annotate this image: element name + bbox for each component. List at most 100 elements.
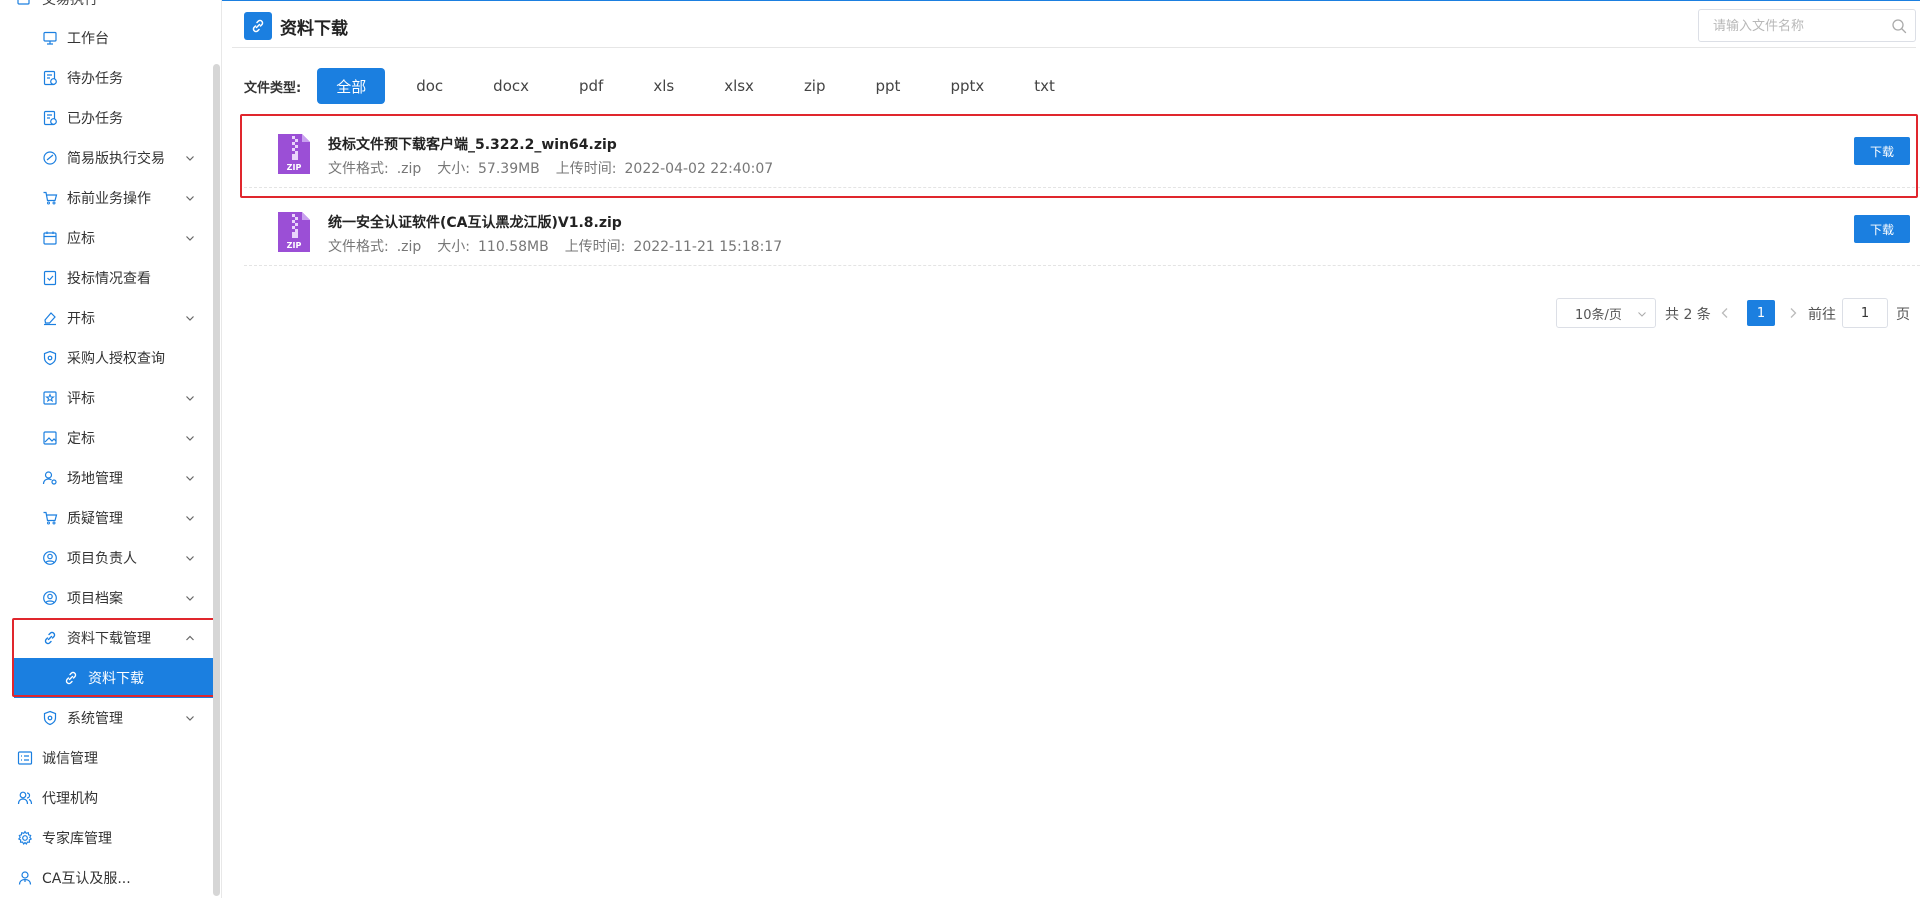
sidebar: 交易执行 工作台 待办任务已办任务简易版执行交易标前业务操作 应标 投标情况查看开标采… bbox=[0, 0, 222, 898]
user-group-icon bbox=[16, 789, 34, 807]
svg-text:ZIP: ZIP bbox=[287, 241, 302, 250]
link-icon bbox=[244, 12, 272, 40]
file-name[interactable]: 投标文件预下载客户端_5.322.2_win64.zip bbox=[328, 134, 617, 154]
cart-icon bbox=[41, 189, 59, 207]
list-icon bbox=[16, 749, 34, 767]
format-label: 文件格式: bbox=[328, 161, 389, 177]
filter-chip-9[interactable]: txt bbox=[1015, 68, 1074, 104]
sidebar-item-4[interactable]: 标前业务操作 bbox=[0, 178, 210, 218]
fast-trade-icon bbox=[41, 149, 59, 167]
download-button[interactable]: 下载 bbox=[1854, 215, 1910, 243]
sidebar-item-13[interactable]: 项目负责人 bbox=[0, 538, 210, 578]
sidebar-item-label: 质疑管理 bbox=[67, 511, 123, 527]
sidebar-item-label: 已办任务 bbox=[67, 111, 123, 127]
sidebar-top-item-2[interactable]: 专家库管理 bbox=[0, 818, 210, 858]
sidebar-item-9[interactable]: 评标 bbox=[0, 378, 210, 418]
doc-icon bbox=[16, 0, 34, 8]
chevron-down-icon bbox=[186, 196, 194, 201]
pagination-total: 共 2 条 bbox=[1665, 307, 1711, 323]
time-value: 2022-11-21 15:18:17 bbox=[633, 239, 783, 255]
search-box[interactable] bbox=[1698, 9, 1916, 42]
user-circle-icon bbox=[41, 549, 59, 567]
time-value: 2022-04-02 22:40:07 bbox=[624, 161, 774, 177]
image-icon bbox=[41, 429, 59, 447]
sidebar-item-label: 开标 bbox=[67, 311, 95, 327]
sidebar-item-label: 简易版执行交易 bbox=[67, 151, 165, 167]
page-size-select[interactable]: 10条/页 bbox=[1556, 298, 1656, 328]
sidebar-item-11[interactable]: 场地管理 bbox=[0, 458, 210, 498]
done-doc-icon bbox=[41, 109, 59, 127]
chevron-down-icon bbox=[186, 556, 194, 561]
filter-chip-7[interactable]: ppt bbox=[857, 68, 920, 104]
page-title: 资料下载 bbox=[280, 19, 348, 39]
user-gear-icon bbox=[41, 469, 59, 487]
agent-icon bbox=[16, 869, 34, 887]
zip-file-icon: ZIP bbox=[278, 212, 310, 252]
filter-chip-3[interactable]: pdf bbox=[560, 68, 622, 104]
gear-icon bbox=[16, 829, 34, 847]
sidebar-item-14[interactable]: 项目档案 bbox=[0, 578, 210, 618]
file-name[interactable]: 统一安全认证软件(CA互认黑龙江版)V1.8.zip bbox=[328, 212, 622, 232]
sidebar-item-8[interactable]: 采购人授权查询 bbox=[0, 338, 210, 378]
sidebar-item-label: 诚信管理 bbox=[42, 751, 98, 767]
filter-chip-5[interactable]: xlsx bbox=[705, 68, 773, 104]
file-meta: 文件格式: .zip 大小: 57.39MB 上传时间: 2022-04-02 22:40… bbox=[328, 158, 781, 178]
sidebar-item-6[interactable]: 投标情况查看 bbox=[0, 258, 210, 298]
sidebar-item-10[interactable]: 定标 bbox=[0, 418, 210, 458]
sidebar-item-5[interactable]: 应标 bbox=[0, 218, 210, 258]
sidebar-item-17[interactable]: 系统管理 bbox=[0, 698, 210, 738]
goto-label: 前往 bbox=[1808, 307, 1836, 323]
format-label: 文件格式: bbox=[328, 239, 389, 255]
sidebar-item-3[interactable]: 简易版执行交易 bbox=[0, 138, 210, 178]
filter-chip-4[interactable]: xls bbox=[634, 68, 693, 104]
page-size-value: 10条/页 bbox=[1575, 307, 1622, 323]
sidebar-item-label: 场地管理 bbox=[67, 471, 123, 487]
filter-chip-6[interactable]: zip bbox=[785, 68, 845, 104]
filter-chip-1[interactable]: doc bbox=[397, 68, 462, 104]
chevron-right-icon[interactable] bbox=[1786, 306, 1800, 320]
chevron-down-icon bbox=[186, 716, 194, 721]
sidebar-item-label: 项目档案 bbox=[67, 591, 123, 607]
sidebar-item-16[interactable]: 资料下载 bbox=[14, 658, 214, 698]
search-icon[interactable] bbox=[1891, 18, 1907, 34]
format-value: .zip bbox=[396, 161, 422, 177]
filter-chip-8[interactable]: pptx bbox=[931, 68, 1003, 104]
sidebar-item-label: 采购人授权查询 bbox=[67, 351, 165, 367]
main-content: 资料下载 文件类型: 全部 docdocxpdfxlsxlsxzippptpptx… bbox=[222, 0, 1920, 898]
sidebar-item-15[interactable]: 资料下载管理 bbox=[0, 618, 210, 658]
chevron-down-icon bbox=[186, 236, 194, 241]
star-box-icon bbox=[41, 389, 59, 407]
sidebar-item-partial[interactable]: 交易执行 bbox=[0, 0, 210, 8]
link-icon bbox=[41, 629, 59, 647]
sidebar-item-1[interactable]: 待办任务 bbox=[0, 58, 210, 98]
sidebar-top-item-1[interactable]: 代理机构 bbox=[0, 778, 210, 818]
time-label: 上传时间: bbox=[555, 161, 617, 177]
file-type-filter: 文件类型: 全部 doc docx pdf xls xlsx zip ppt pptx txt bbox=[244, 68, 1086, 104]
sidebar-top-item-0[interactable]: 诚信管理 bbox=[0, 738, 210, 778]
page-number-current[interactable]: 1 bbox=[1747, 300, 1775, 326]
filter-label: 文件类型: bbox=[244, 80, 302, 96]
sidebar-item-label: 评标 bbox=[67, 391, 95, 407]
size-label: 大小: bbox=[437, 161, 471, 177]
sidebar-item-2[interactable]: 已办任务 bbox=[0, 98, 210, 138]
sidebar-item-label: 系统管理 bbox=[67, 711, 123, 727]
sidebar-item-7[interactable]: 开标 bbox=[0, 298, 210, 338]
goto-page-input[interactable] bbox=[1842, 298, 1888, 328]
filter-chip-2[interactable]: docx bbox=[474, 68, 548, 104]
sidebar-scrollbar[interactable] bbox=[213, 64, 220, 896]
shield-icon bbox=[41, 349, 59, 367]
size-value: 110.58MB bbox=[478, 239, 549, 255]
chevron-up-icon bbox=[186, 635, 194, 641]
sidebar-item-12[interactable]: 质疑管理 bbox=[0, 498, 210, 538]
sidebar-item-label: 代理机构 bbox=[42, 791, 98, 807]
search-input[interactable] bbox=[1713, 16, 1883, 36]
top-accent-line bbox=[222, 0, 1920, 1]
filter-chip-0[interactable]: 全部 bbox=[317, 68, 386, 104]
sidebar-item-0[interactable]: 工作台 bbox=[0, 18, 210, 58]
chevron-down-icon bbox=[186, 516, 194, 521]
sidebar-item-label: 资料下载管理 bbox=[67, 631, 151, 647]
chevron-left-icon[interactable] bbox=[1718, 306, 1732, 320]
download-button[interactable]: 下载 bbox=[1854, 137, 1910, 165]
page-unit-label: 页 bbox=[1896, 307, 1910, 323]
sidebar-top-item-3[interactable]: CA互认及服... bbox=[0, 858, 210, 898]
